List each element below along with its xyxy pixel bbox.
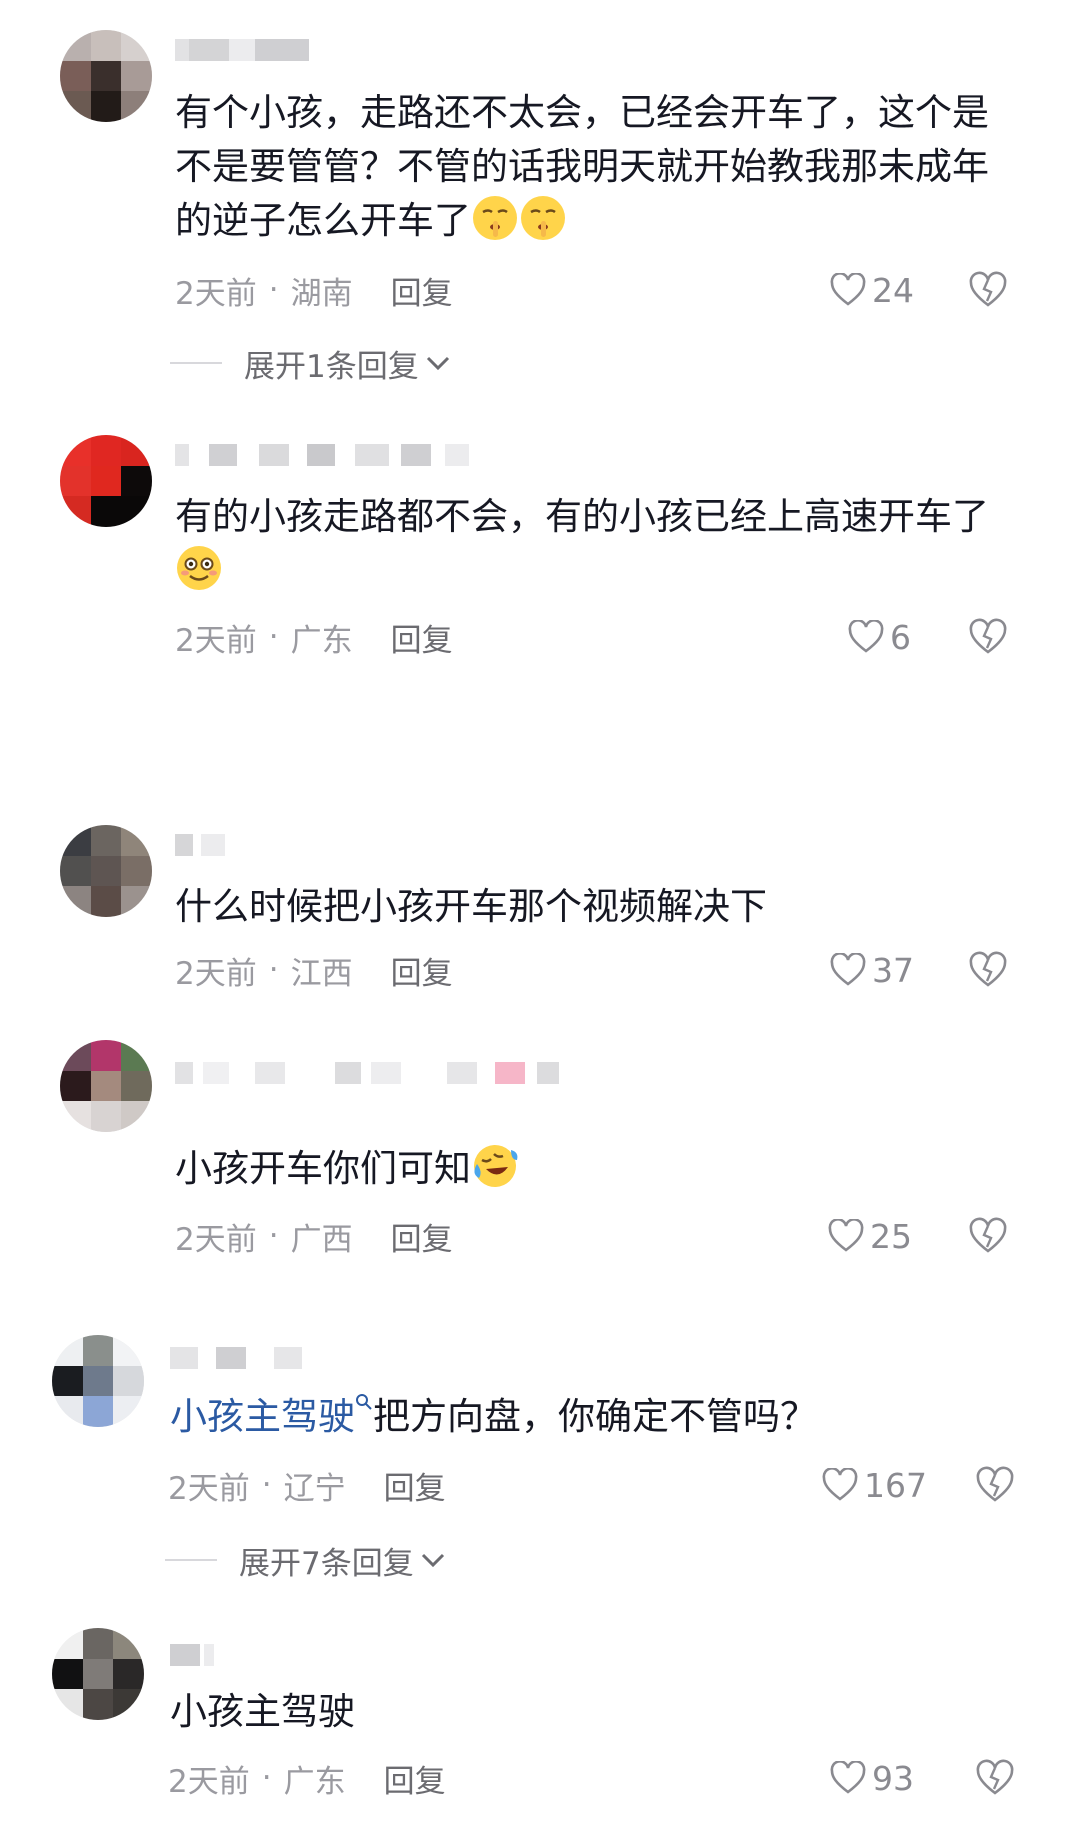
comment-line: 的逆子怎么开车了 [175,199,471,242]
location: 江西 [290,955,353,992]
username-blurred[interactable] [175,1058,559,1088]
like-button[interactable]: 167 [822,1465,927,1505]
comment-line: 把方向盘，你确定不管吗？ [373,1395,817,1438]
separator-dot: · [261,1467,272,1503]
like-button[interactable]: 93 [830,1758,914,1798]
reply-button[interactable]: 回复 [391,948,453,993]
separator-dot: · [268,952,279,988]
separator-dot: · [268,272,279,308]
divider [165,1559,217,1561]
timestamp: 2天前 [175,622,257,659]
location: 广东 [283,1763,346,1800]
avatar[interactable] [52,1335,144,1427]
username-blurred[interactable] [170,1343,302,1373]
heart-icon [848,620,884,653]
dislike-broken-heart-icon[interactable] [975,1758,1015,1798]
search-icon[interactable] [355,1393,373,1411]
username-blurred[interactable] [175,440,469,470]
comment-text: 有的小孩走路都不会，有的小孩已经上高速开车了 [175,490,989,598]
avatar[interactable] [60,825,152,917]
avatar[interactable] [60,30,152,122]
like-count: 37 [872,950,914,990]
timestamp: 2天前 [175,955,257,992]
like-button[interactable]: 37 [830,950,914,990]
comment-meta: 2天前 · 广西 回复 [175,1214,453,1259]
chevron-down-icon [426,356,449,371]
chevron-down-icon [421,1553,444,1568]
heart-icon [828,1219,864,1252]
comment-line: 小孩开车你们可知 [175,1147,471,1190]
username-blurred[interactable] [170,1640,214,1670]
flushed-smile-emoji [177,546,221,590]
shushing-face-emoji [521,196,565,240]
like-button[interactable]: 24 [830,270,914,310]
comment-text: 小孩开车你们可知 [175,1142,519,1196]
like-button[interactable]: 6 [848,617,911,657]
heart-icon [830,1761,866,1794]
location: 辽宁 [283,1470,346,1507]
comment-line: 有的小孩走路都不会，有的小孩已经上高速开车了 [175,495,989,538]
comment-meta: 2天前 · 湖南 回复 [175,268,453,313]
timestamp: 2天前 [168,1763,250,1800]
comment-line: 小孩主驾驶 [170,1690,355,1733]
expand-label: 展开7条回复 [239,1545,414,1582]
like-count: 25 [870,1216,912,1256]
reply-button[interactable]: 回复 [384,1463,446,1508]
comment-meta: 2天前 · 广东 回复 [175,615,453,660]
timestamp: 2天前 [168,1470,250,1507]
dislike-broken-heart-icon[interactable] [968,270,1008,310]
dislike-broken-heart-icon[interactable] [975,1465,1015,1505]
expand-replies-button[interactable]: 展开1条回复 [170,343,451,385]
comment-text: 小孩主驾驶 [170,1685,355,1739]
comment-meta: 2天前 · 辽宁 回复 [168,1463,446,1508]
comment-text: 有个小孩，走路还不太会，已经会开车了，这个是 不是要管管？不管的话我明天就开始教… [175,86,989,248]
dislike-broken-heart-icon[interactable] [968,1216,1008,1256]
comment-meta: 2天前 · 广东 回复 [168,1756,446,1801]
location: 广西 [290,1221,353,1258]
heart-icon [822,1468,858,1501]
like-button[interactable]: 25 [828,1216,912,1256]
location: 广东 [290,622,353,659]
comment-text: 小孩主驾驶 把方向盘，你确定不管吗？ [170,1390,817,1444]
comment-line: 有个小孩，走路还不太会，已经会开车了，这个是 [175,91,989,134]
comment-line: 什么时候把小孩开车那个视频解决下 [175,885,767,928]
avatar[interactable] [52,1628,144,1720]
heart-icon [830,273,866,306]
dislike-broken-heart-icon[interactable] [968,950,1008,990]
username-blurred[interactable] [175,830,225,860]
separator-dot: · [261,1760,272,1796]
avatar[interactable] [60,435,152,527]
reply-button[interactable]: 回复 [384,1756,446,1801]
divider [170,362,222,364]
separator-dot: · [268,1218,279,1254]
username-blurred[interactable] [175,35,309,65]
timestamp: 2天前 [175,275,257,312]
reply-button[interactable]: 回复 [391,268,453,313]
reply-button[interactable]: 回复 [391,615,453,660]
comment-meta: 2天前 · 江西 回复 [175,948,453,993]
shushing-face-emoji [473,196,517,240]
rofl-tears-emoji [474,1145,518,1187]
comment-text: 什么时候把小孩开车那个视频解决下 [175,880,767,934]
location: 湖南 [290,275,353,312]
like-count: 167 [864,1465,927,1505]
dislike-broken-heart-icon[interactable] [968,617,1008,657]
expand-replies-button[interactable]: 展开7条回复 [165,1540,446,1582]
avatar[interactable] [60,1040,152,1132]
timestamp: 2天前 [175,1221,257,1258]
like-count: 93 [872,1758,914,1798]
expand-label: 展开1条回复 [244,348,419,385]
reply-button[interactable]: 回复 [391,1214,453,1259]
like-count: 24 [872,270,914,310]
separator-dot: · [268,619,279,655]
comment-line: 不是要管管？不管的话我明天就开始教我那未成年 [175,145,989,188]
like-count: 6 [890,617,911,657]
mention-link[interactable]: 小孩主驾驶 [170,1395,355,1438]
heart-icon [830,953,866,986]
